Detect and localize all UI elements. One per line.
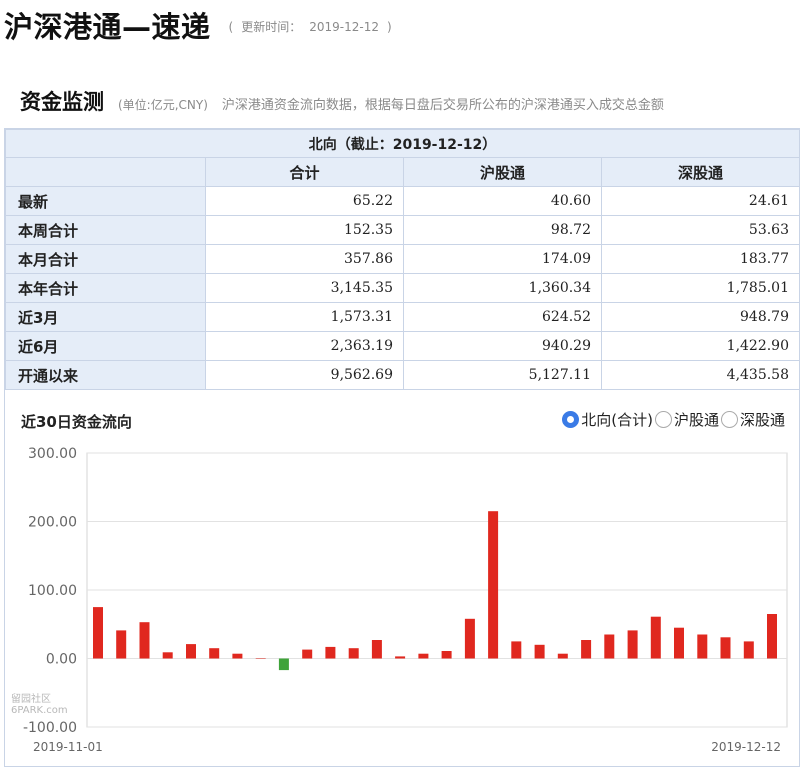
y-tick-label: 0.00 [46,652,77,668]
y-tick-label: 200.00 [28,515,77,531]
bar [464,618,475,659]
bar [767,614,777,659]
bar [302,649,313,659]
bar [441,651,452,659]
bar [371,640,382,659]
bar [534,644,545,659]
radio-sh-connect[interactable]: 沪股通 [654,409,719,430]
bar [325,646,336,659]
flow-chart: 300.00 200.00 100.00 0.00 -100.00 2019-11-01 2… [23,446,788,754]
y-tick-label: -100.00 [23,720,77,736]
x-end-label: 2019-12-12 [711,740,781,754]
bar [232,653,243,659]
bar [93,607,103,659]
bar [139,622,150,659]
radio-label[interactable]: 沪股通 [674,409,719,430]
bar [116,630,127,659]
bar [743,641,754,659]
section-title: 资金监测 [20,90,104,114]
update-date: 2019-12-12 [309,20,379,34]
watermark-logo: 留园社区 6PARK.com [11,694,68,716]
bar [186,644,196,659]
bar [209,648,220,659]
unit-text: (单位:亿元,CNY) [118,98,208,112]
radio-checked-icon[interactable] [562,411,580,428]
page-title: 沪深港通—速递 [4,10,211,44]
bar [581,640,592,659]
bar [488,511,499,659]
monitor-header: 资金监测 (单位:亿元,CNY) 沪深港通资金流向数据，根据每日盘后交易所公布的… [20,86,800,114]
bar [255,658,266,659]
y-tick-label: 300.00 [28,446,77,462]
bar [162,652,173,659]
bar [720,637,731,659]
radio-northbound-total[interactable]: 北向(合计) [562,409,653,430]
bar [511,641,522,659]
bar [557,653,568,659]
y-tick-label: 100.00 [28,583,77,599]
bar [278,658,289,671]
description-text: 沪深港通资金流向数据，根据每日盘后交易所公布的沪深港通买入成交总金额 [221,98,664,113]
page-header: 沪深港通—速递 (更新时间： 2019-12-12) [4,4,392,44]
series-selector: 北向(合计) 沪股通 深股通 [560,409,785,430]
flow-panel: 北向（截止：2019-12-12） 合计 沪股通 深股通 最新 65.22 40… [4,128,800,767]
radio-sz-connect[interactable]: 深股通 [720,409,785,430]
radio-label[interactable]: 北向(合计) [581,409,653,430]
bar [348,648,359,659]
radio-unchecked-icon[interactable] [720,411,738,428]
x-start-label: 2019-11-01 [33,740,103,754]
bar [674,627,684,659]
watermark-text: 留园社区 [11,694,51,705]
watermark-sub: 6PARK.com [11,705,68,716]
chart-title: 近30日资金流向 [21,413,132,431]
bar [697,634,708,659]
bar [650,616,661,659]
bar [418,653,429,659]
bar [395,656,406,659]
update-label: 更新时间： [241,20,302,34]
radio-unchecked-icon[interactable] [654,411,672,428]
update-info: (更新时间： 2019-12-12) [228,20,392,34]
radio-label[interactable]: 深股通 [740,409,785,430]
bar [627,630,638,659]
bar [604,634,615,659]
